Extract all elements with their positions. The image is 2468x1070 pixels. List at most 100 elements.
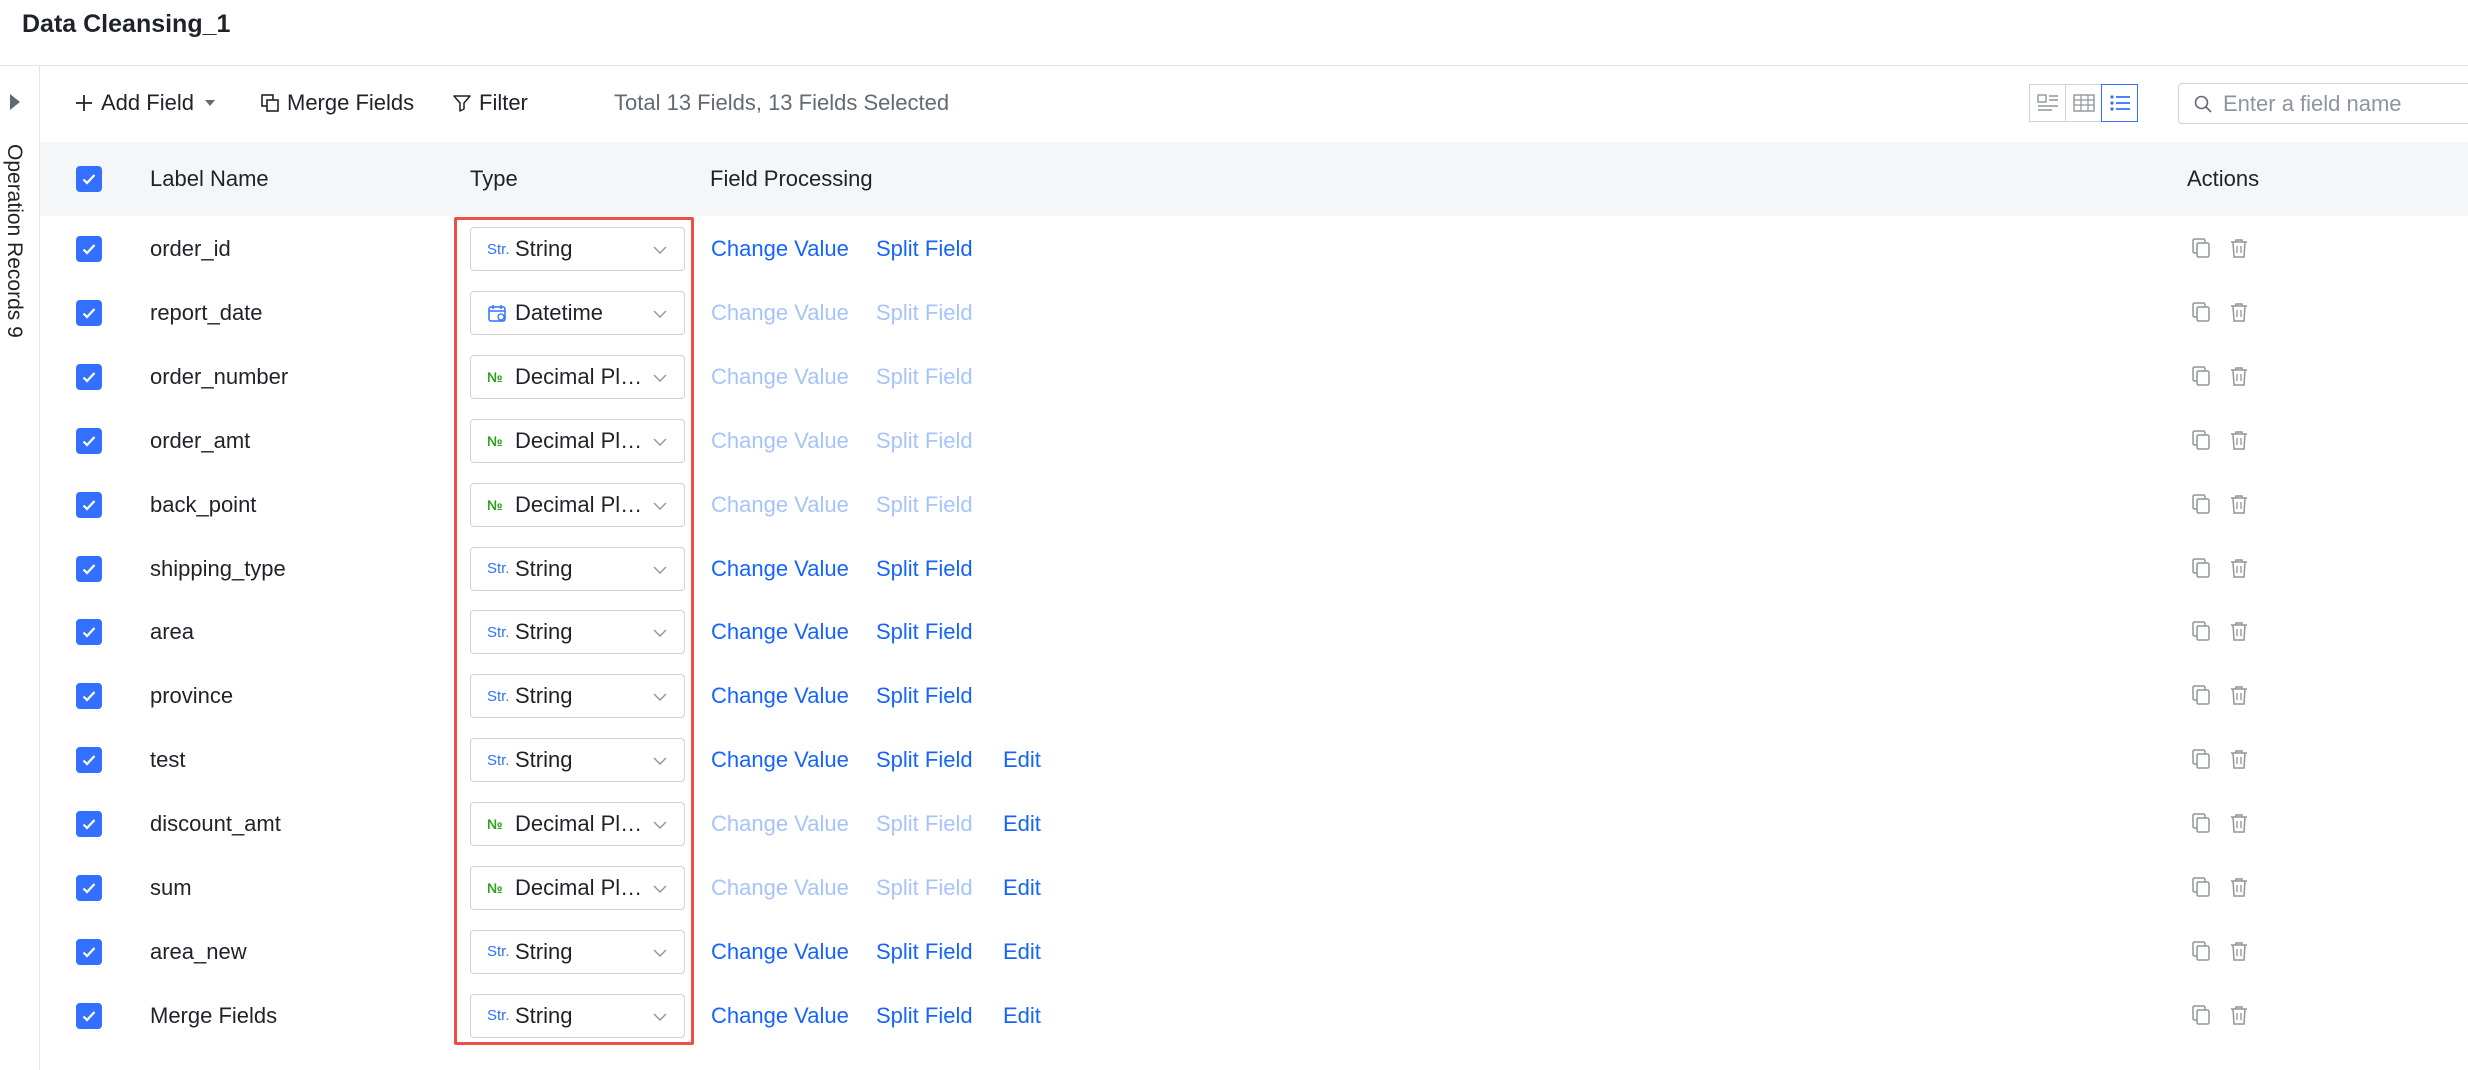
copy-icon[interactable] xyxy=(2190,748,2212,770)
edit-link[interactable]: Edit xyxy=(1003,1003,1041,1029)
field-type-select[interactable]: Str. String xyxy=(470,929,685,974)
copy-icon[interactable] xyxy=(2190,493,2212,515)
copy-icon[interactable] xyxy=(2190,1004,2212,1026)
field-type-value: Decimal Places xyxy=(515,811,647,837)
view-switcher xyxy=(2029,84,2138,124)
field-type-select[interactable]: Str. String xyxy=(470,227,685,271)
copy-icon[interactable] xyxy=(2190,684,2212,706)
field-type-select[interactable]: Str. String xyxy=(470,738,685,783)
chevron-down-icon xyxy=(653,885,667,893)
trash-icon[interactable] xyxy=(2228,557,2250,579)
split-field-link: Split Field xyxy=(876,299,973,325)
copy-icon[interactable] xyxy=(2190,620,2212,642)
view-table-button[interactable] xyxy=(2065,84,2102,122)
merge-fields-button[interactable]: Merge Fields xyxy=(260,86,414,120)
edit-link[interactable]: Edit xyxy=(1003,939,1041,965)
change-value-link[interactable]: Change Value xyxy=(711,747,849,773)
change-value-link[interactable]: Change Value xyxy=(711,939,849,965)
table-row: shipping_type Str. String Change Value Split… xyxy=(40,537,2468,601)
search-input[interactable] xyxy=(2221,89,2455,118)
copy-icon[interactable] xyxy=(2190,237,2212,259)
trash-icon[interactable] xyxy=(2228,940,2250,962)
add-field-button[interactable]: Add Field xyxy=(74,86,218,120)
change-value-link: Change Value xyxy=(711,427,849,453)
copy-icon[interactable] xyxy=(2190,940,2212,962)
field-type-select[interactable]: № Decimal Places xyxy=(470,482,685,527)
field-type-select[interactable]: Str. String xyxy=(470,546,685,591)
copy-icon[interactable] xyxy=(2190,876,2212,898)
chevron-down-icon xyxy=(653,566,667,574)
trash-icon[interactable] xyxy=(2228,429,2250,451)
edit-link[interactable]: Edit xyxy=(1003,747,1041,773)
split-field-link[interactable]: Split Field xyxy=(876,1003,973,1029)
trash-icon[interactable] xyxy=(2228,301,2250,323)
change-value-link[interactable]: Change Value xyxy=(711,619,849,645)
split-field-link[interactable]: Split Field xyxy=(876,683,973,709)
split-field-link: Split Field xyxy=(876,491,973,517)
row-checkbox[interactable] xyxy=(76,491,102,518)
row-checkbox[interactable] xyxy=(76,875,102,901)
trash-icon[interactable] xyxy=(2228,684,2250,706)
change-value-link[interactable]: Change Value xyxy=(711,683,849,709)
trash-icon[interactable] xyxy=(2228,748,2250,770)
type-icon-wrap: Str. xyxy=(487,560,515,577)
select-all-checkbox[interactable] xyxy=(76,166,102,192)
field-type-select[interactable]: № Decimal Places xyxy=(470,802,685,847)
split-field-link[interactable]: Split Field xyxy=(876,556,973,582)
trash-icon[interactable] xyxy=(2228,493,2250,515)
row-checkbox[interactable] xyxy=(76,619,102,646)
operation-records-panel-toggle[interactable]: Operation Records 9 xyxy=(0,66,40,1070)
string-type-icon: Str. xyxy=(487,751,510,769)
field-type-select[interactable]: Datetime xyxy=(470,290,685,335)
row-checkbox[interactable] xyxy=(76,747,102,774)
edit-link[interactable]: Edit xyxy=(1003,875,1041,901)
operation-records-label[interactable]: Operation Records 9 xyxy=(2,144,26,338)
change-value-link[interactable]: Change Value xyxy=(711,556,849,582)
trash-icon[interactable] xyxy=(2228,812,2250,834)
row-checkbox[interactable] xyxy=(76,555,102,582)
field-search-box[interactable] xyxy=(2178,83,2468,124)
field-type-select[interactable]: № Decimal Places xyxy=(470,354,685,399)
row-checkbox[interactable] xyxy=(76,938,102,965)
field-type-select[interactable]: Str. String xyxy=(470,674,685,719)
trash-icon[interactable] xyxy=(2228,237,2250,259)
split-field-link[interactable]: Split Field xyxy=(876,747,973,773)
field-type-select[interactable]: № Decimal Places xyxy=(470,418,685,463)
field-type-select[interactable]: Str. String xyxy=(470,993,685,1038)
view-card-button[interactable] xyxy=(2029,84,2066,122)
field-type-select[interactable]: № Decimal Places xyxy=(470,866,685,910)
row-checkbox[interactable] xyxy=(76,299,102,326)
view-list-button[interactable] xyxy=(2101,84,2138,122)
field-type-select[interactable]: Str. String xyxy=(470,610,685,655)
row-checkbox[interactable] xyxy=(76,427,102,454)
header-field-processing: Field Processing xyxy=(710,166,873,191)
chevron-down-icon xyxy=(653,438,667,446)
string-type-icon: Str. xyxy=(487,560,510,577)
copy-icon[interactable] xyxy=(2190,301,2212,323)
expand-arrow-icon[interactable] xyxy=(10,94,20,110)
row-checkbox[interactable] xyxy=(76,811,102,838)
field-label-name: discount_amt xyxy=(150,811,281,837)
row-checkbox[interactable] xyxy=(76,236,102,262)
change-value-link[interactable]: Change Value xyxy=(711,236,849,262)
copy-icon[interactable] xyxy=(2190,812,2212,834)
row-checkbox[interactable] xyxy=(76,1002,102,1029)
row-checkbox[interactable] xyxy=(76,363,102,390)
split-field-link[interactable]: Split Field xyxy=(876,939,973,965)
copy-icon[interactable] xyxy=(2190,365,2212,387)
trash-icon[interactable] xyxy=(2228,1004,2250,1026)
type-icon-wrap: № xyxy=(487,880,515,896)
trash-icon[interactable] xyxy=(2228,876,2250,898)
split-field-link[interactable]: Split Field xyxy=(876,236,973,262)
row-checkbox[interactable] xyxy=(76,683,102,710)
type-icon-wrap: Str. xyxy=(487,624,515,641)
change-value-link[interactable]: Change Value xyxy=(711,1003,849,1029)
copy-icon[interactable] xyxy=(2190,557,2212,579)
split-field-link[interactable]: Split Field xyxy=(876,619,973,645)
trash-icon[interactable] xyxy=(2228,620,2250,642)
split-field-link: Split Field xyxy=(876,363,973,389)
edit-link[interactable]: Edit xyxy=(1003,811,1041,837)
trash-icon[interactable] xyxy=(2228,365,2250,387)
filter-button[interactable]: Filter xyxy=(452,86,528,120)
copy-icon[interactable] xyxy=(2190,429,2212,451)
